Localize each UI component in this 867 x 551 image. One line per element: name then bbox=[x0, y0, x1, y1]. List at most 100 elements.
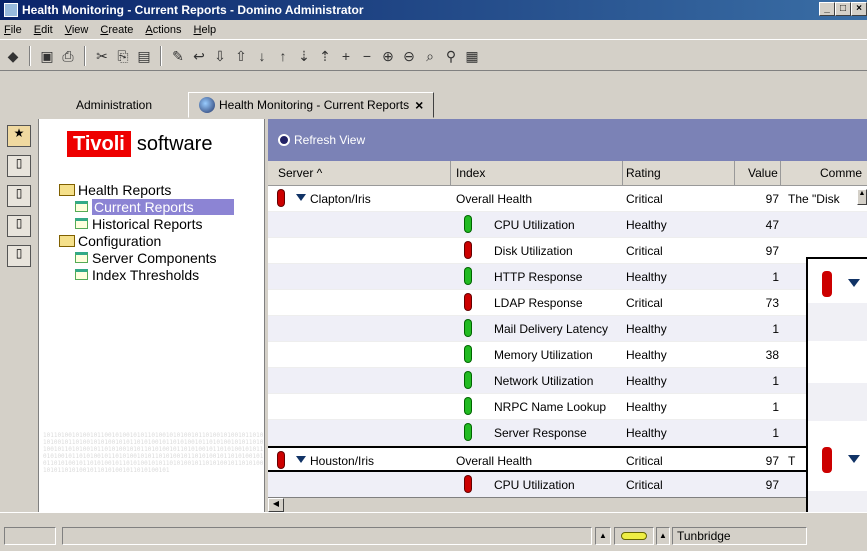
menu-edit[interactable]: Edit bbox=[34, 24, 53, 36]
replication-bookmark-icon[interactable]: ▯ bbox=[7, 185, 31, 207]
key-icon bbox=[621, 532, 647, 540]
status-field-mode[interactable] bbox=[4, 527, 56, 545]
previous-unread-icon[interactable]: ⇡ bbox=[316, 47, 334, 65]
search-icon[interactable]: ⌕ bbox=[421, 47, 439, 65]
column-header-comment[interactable]: Comme bbox=[820, 166, 862, 180]
tab-close-icon[interactable]: × bbox=[415, 97, 423, 113]
cell-comment: T bbox=[788, 454, 796, 468]
security-key-field[interactable] bbox=[614, 527, 654, 545]
table-row[interactable]: LDAP Response Critical 73 bbox=[268, 290, 867, 316]
open-database-icon[interactable]: ◆ bbox=[4, 47, 22, 65]
cell-value: 1 bbox=[772, 400, 779, 414]
applications-bookmark-icon[interactable]: ▯ bbox=[7, 215, 31, 237]
menu-help[interactable]: Help bbox=[194, 24, 217, 36]
copy-icon[interactable]: ⎘ bbox=[114, 47, 132, 65]
favorites-bookmark-icon[interactable]: ★ bbox=[7, 125, 31, 147]
column-separator bbox=[450, 161, 451, 186]
table-row[interactable]: Server Response Healthy 1 bbox=[268, 420, 867, 446]
tree-item-index-thresholds[interactable]: Index Thresholds bbox=[59, 266, 234, 283]
menu-file[interactable]: File bbox=[4, 24, 22, 36]
comment-scroll-up-button[interactable]: ▲ bbox=[857, 189, 867, 205]
column-header-server[interactable]: Server ^ bbox=[278, 166, 322, 180]
expand-icon[interactable]: + bbox=[337, 47, 355, 65]
move-top-icon[interactable]: ⇧ bbox=[232, 47, 250, 65]
cell-rating: Healthy bbox=[626, 400, 667, 414]
menu-view[interactable]: View bbox=[65, 24, 89, 36]
healthy-thermometer-icon bbox=[465, 398, 471, 414]
preview-icon[interactable]: ▦ bbox=[463, 47, 481, 65]
nav-tree: Health Reports Current Reports Historica… bbox=[59, 181, 234, 283]
expand-triangle-icon[interactable] bbox=[296, 194, 306, 201]
toolbar: ◆ ▣ ⎙ ✂ ⎘ ▤ ✎ ↩ ⇩ ⇧ ↓ ↑ ⇣ ⇡ + − ⊕ ⊖ ⌕ ⚲ … bbox=[0, 39, 867, 89]
title-bar: Health Monitoring - Current Reports - Do… bbox=[0, 0, 867, 20]
table-row[interactable]: Houston/Iris Overall Health Critical 97 T bbox=[268, 446, 867, 472]
menu-actions[interactable]: Actions bbox=[145, 24, 181, 36]
column-header-value[interactable]: Value bbox=[748, 166, 778, 180]
table-row[interactable]: NRPC Name Lookup Healthy 1 bbox=[268, 394, 867, 420]
tree-item-health-reports[interactable]: Health Reports bbox=[59, 181, 234, 198]
status-bar: ▲ ▲ Tunbridge bbox=[0, 512, 867, 551]
column-header-index[interactable]: Index bbox=[456, 166, 485, 180]
paste-icon[interactable]: ▤ bbox=[135, 47, 153, 65]
horizontal-scrollbar[interactable]: ◀ bbox=[268, 497, 806, 512]
scroll-left-icon[interactable]: ◀ bbox=[268, 498, 284, 512]
tree-item-historical-reports[interactable]: Historical Reports bbox=[59, 215, 234, 232]
edit-pencil-icon[interactable]: ✎ bbox=[169, 47, 187, 65]
reply-icon[interactable]: ↩ bbox=[190, 47, 208, 65]
tab-health-monitoring[interactable]: Health Monitoring - Current Reports × bbox=[188, 92, 435, 118]
cell-index: Mail Delivery Latency bbox=[494, 322, 609, 336]
cell-value: 97 bbox=[765, 478, 779, 492]
expand-triangle-icon[interactable] bbox=[848, 279, 860, 287]
tree-item-server-components[interactable]: Server Components bbox=[59, 249, 234, 266]
location-selector[interactable]: Tunbridge bbox=[672, 527, 807, 545]
cell-rating: Healthy bbox=[626, 374, 667, 388]
table-row[interactable]: Clapton/Iris Overall Health Critical 97 The … bbox=[268, 186, 867, 212]
healthy-thermometer-icon bbox=[465, 268, 471, 284]
critical-thermometer-icon bbox=[278, 452, 284, 468]
table-row[interactable]: HTTP Response Healthy 1 bbox=[268, 264, 867, 290]
table-row[interactable]: Network Utilization Healthy 1 bbox=[268, 368, 867, 394]
column-separator bbox=[780, 161, 781, 186]
cell-index: Memory Utilization bbox=[494, 348, 593, 362]
save-icon[interactable]: ▣ bbox=[38, 47, 56, 65]
column-header-rating[interactable]: Rating bbox=[626, 166, 661, 180]
maximize-button[interactable]: □ bbox=[835, 2, 851, 16]
healthy-thermometer-icon bbox=[465, 216, 471, 232]
refresh-view-button[interactable]: Refresh View bbox=[278, 133, 365, 147]
table-row[interactable]: CPU Utilization Critical 97 bbox=[268, 472, 867, 498]
tools-bookmark-icon[interactable]: ▯ bbox=[7, 245, 31, 267]
table-row[interactable]: Memory Utilization Healthy 38 bbox=[268, 342, 867, 368]
menu-create[interactable]: Create bbox=[100, 24, 133, 36]
view-icon bbox=[75, 218, 88, 229]
tree-item-current-reports[interactable]: Current Reports bbox=[59, 198, 234, 215]
previous-icon[interactable]: ↑ bbox=[274, 47, 292, 65]
table-row[interactable]: CPU Utilization Healthy 47 bbox=[268, 212, 867, 238]
cell-rating: Healthy bbox=[626, 322, 667, 336]
status-dropdown-arrow-icon[interactable]: ▲ bbox=[595, 527, 611, 545]
next-unread-icon[interactable]: ⇣ bbox=[295, 47, 313, 65]
cut-icon[interactable]: ✂ bbox=[93, 47, 111, 65]
window-title: Health Monitoring - Current Reports - Do… bbox=[22, 3, 364, 17]
table-row[interactable]: Disk Utilization Critical 97 bbox=[268, 238, 867, 264]
move-down-icon[interactable]: ⇩ bbox=[211, 47, 229, 65]
tree-item-configuration[interactable]: Configuration bbox=[59, 232, 234, 249]
location-dropdown-arrow-icon[interactable]: ▲ bbox=[656, 527, 670, 545]
collapse-icon[interactable]: − bbox=[358, 47, 376, 65]
next-icon[interactable]: ↓ bbox=[253, 47, 271, 65]
databases-bookmark-icon[interactable]: ▯ bbox=[7, 155, 31, 177]
close-button[interactable]: × bbox=[851, 2, 867, 16]
healthy-thermometer-icon bbox=[465, 320, 471, 336]
collapse-all-icon[interactable]: ⊖ bbox=[400, 47, 418, 65]
expand-triangle-icon[interactable] bbox=[296, 456, 306, 463]
expand-triangle-icon[interactable] bbox=[848, 455, 860, 463]
cell-value: 38 bbox=[765, 348, 779, 362]
print-icon[interactable]: ⎙ bbox=[59, 47, 77, 65]
minimize-button[interactable]: _ bbox=[819, 2, 835, 16]
expand-all-icon[interactable]: ⊕ bbox=[379, 47, 397, 65]
critical-thermometer-icon bbox=[465, 242, 471, 258]
find-icon[interactable]: ⚲ bbox=[442, 47, 460, 65]
cell-index: Server Response bbox=[494, 426, 587, 440]
tab-administration[interactable]: Administration bbox=[66, 92, 162, 118]
critical-thermometer-icon bbox=[822, 447, 832, 473]
table-row[interactable]: Mail Delivery Latency Healthy 1 bbox=[268, 316, 867, 342]
